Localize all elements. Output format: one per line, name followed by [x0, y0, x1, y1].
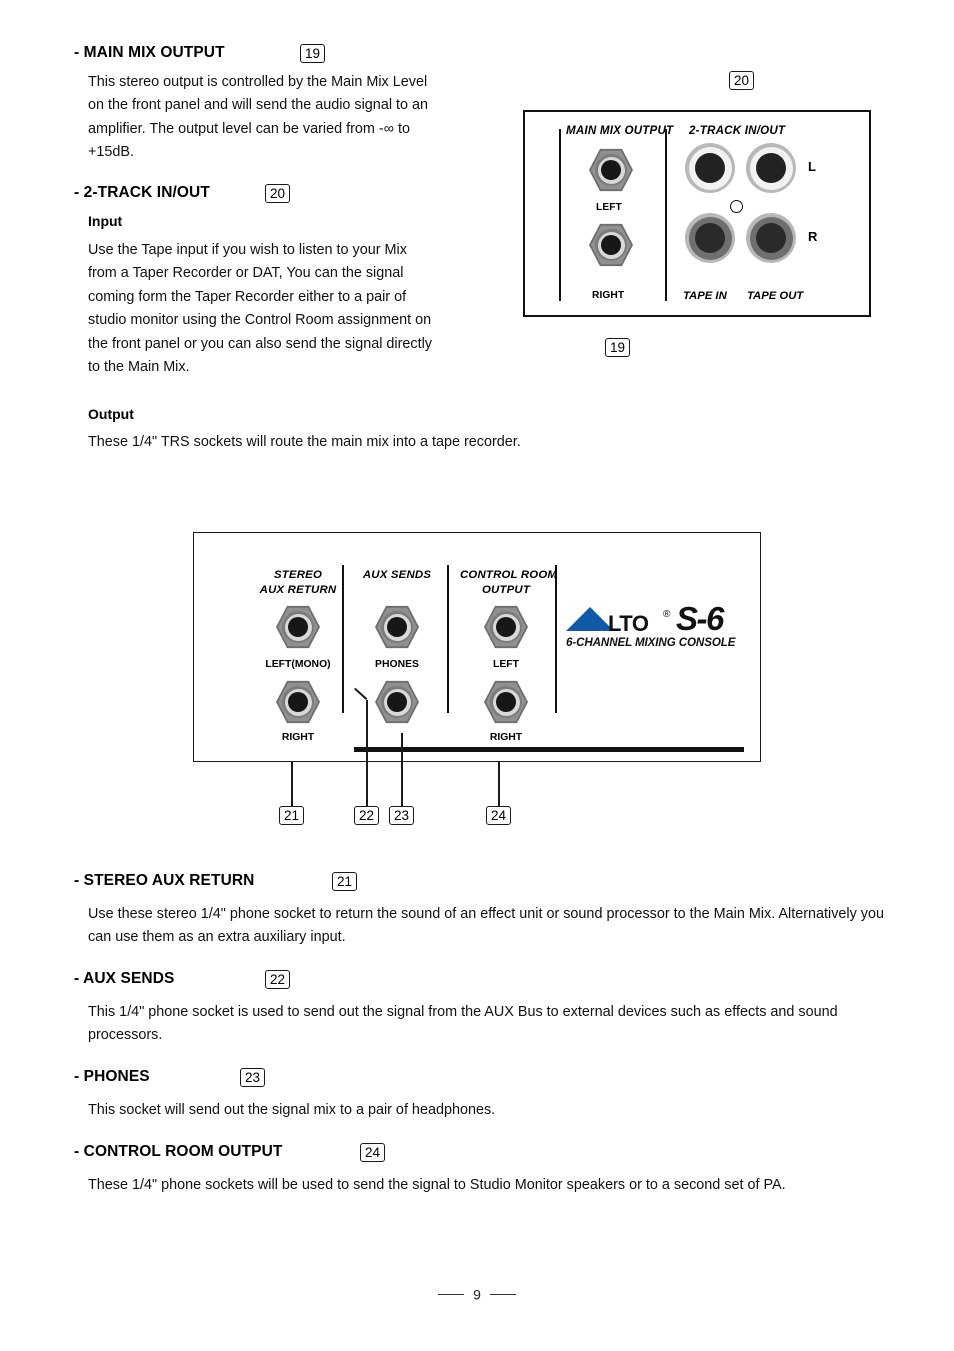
callout-19-diagram-top: 19 [605, 338, 630, 357]
footer-dash-right [489, 1293, 516, 1295]
leader-line-23 [401, 733, 403, 808]
alto-logo: LTO ® S-6 6-CHANNEL MIXING CONSOLE [566, 599, 746, 655]
console-separator-3 [555, 565, 557, 713]
jack-stereo-aux-return-right[interactable] [276, 680, 320, 724]
group-label-stereo-aux-return-line1: STEREO [273, 569, 323, 581]
jack-hole [496, 692, 516, 712]
body-stereo-aux-return: Use these stereo 1/4" phone socket to re… [88, 906, 884, 946]
section-heading-control-room-output: - CONTROL ROOM OUTPUT [74, 1143, 283, 1160]
rca-hole [695, 223, 725, 253]
channel-label-r: R [808, 229, 818, 244]
group-label-stereo-aux-return-line2: AUX RETURN [259, 584, 337, 596]
callout-23-phones: 23 [240, 1068, 265, 1087]
jack-tape-in-right[interactable] [685, 213, 735, 263]
callout-24-diagram: 24 [486, 806, 511, 825]
body-2-track-input: Use the Tape input if you wish to listen… [88, 242, 432, 376]
body-phones: This socket will send out the signal mix… [88, 1102, 496, 1118]
body-control-room-output: These 1/4" phone sockets will be used to… [88, 1177, 786, 1193]
alto-brand-text: LTO [608, 611, 649, 636]
callout-21-diagram: 21 [279, 806, 304, 825]
panel-separator-left [559, 129, 562, 301]
panel-separator-right [665, 129, 668, 301]
jack-label-left: LEFT [596, 202, 622, 213]
jack-tape-out-right[interactable] [746, 213, 796, 263]
callout-20-2-track-in-out: 20 [265, 184, 290, 203]
jack-main-mix-right[interactable] [589, 223, 633, 267]
group-label-2-track-in-out: 2-TRACK IN/OUT [689, 124, 786, 137]
jack-tape-out-left[interactable] [746, 143, 796, 193]
jack-hole [601, 160, 621, 180]
footer-dash-left [438, 1293, 465, 1295]
group-label-main-mix-output: MAIN MIX OUTPUT [566, 124, 674, 137]
jack-hole [496, 617, 516, 637]
alto-triangle-icon [566, 607, 614, 631]
jack-hole [601, 235, 621, 255]
callout-24-control-room-output: 24 [360, 1143, 385, 1162]
leader-line-21 [291, 762, 293, 808]
page-number: 9 [473, 1286, 481, 1303]
body-main-mix-output: This stereo output is controlled by the … [88, 74, 429, 161]
callout-22-aux-sends: 22 [265, 970, 290, 989]
console-bottom-bar [354, 747, 744, 752]
jack-aux-sends[interactable] [375, 605, 419, 649]
jack-label-left-cr: LEFT [493, 659, 519, 670]
section-heading-aux-sends: - AUX SENDS [74, 970, 175, 987]
callout-21-stereo-aux-return: 21 [332, 872, 357, 891]
channel-label-l: L [808, 159, 816, 174]
rca-hole [756, 153, 786, 183]
jack-phones[interactable] [375, 680, 419, 724]
group-label-aux-sends: AUX SENDS [362, 569, 432, 581]
diagram-console-rear-panel: STEREO AUX RETURN LEFT(MONO) RIGHT AUX S… [193, 532, 761, 762]
leader-line-22 [366, 700, 368, 808]
rca-hole [756, 223, 786, 253]
registered-trademark-icon: ® [663, 609, 671, 620]
jack-stereo-aux-return-left[interactable] [276, 605, 320, 649]
logo-subtitle: 6-CHANNEL MIXING CONSOLE [566, 636, 736, 649]
jack-label-left-mono: LEFT(MONO) [265, 659, 331, 670]
diagram-rear-panel-jacks: MAIN MIX OUTPUT 2-TRACK IN/OUT LEFT RIGH… [523, 110, 871, 317]
panel-screw-hole [730, 200, 743, 213]
callout-22-diagram: 22 [354, 806, 379, 825]
callout-23-diagram: 23 [389, 806, 414, 825]
jack-hole [288, 617, 308, 637]
rca-hole [695, 153, 725, 183]
leader-line-24 [498, 762, 500, 808]
group-label-control-room-line1: CONTROL ROOM [460, 569, 558, 581]
jack-hole [387, 692, 407, 712]
jack-tape-in-left[interactable] [685, 143, 735, 193]
manual-page: - MAIN MIX OUTPUT 19 This stereo output … [0, 0, 954, 1351]
callout-20-diagram-top: 20 [729, 71, 754, 90]
section-heading-stereo-aux-return: - STEREO AUX RETURN [74, 872, 255, 889]
page-footer: 9 [0, 1285, 954, 1302]
jack-label-right-cr: RIGHT [489, 732, 523, 743]
jack-control-room-right[interactable] [484, 680, 528, 724]
jack-label-right: RIGHT [592, 290, 625, 301]
jack-label-tape-in: TAPE IN [683, 290, 727, 302]
console-separator-2 [447, 565, 449, 713]
subheading-output: Output [88, 406, 134, 422]
jack-main-mix-left[interactable] [589, 148, 633, 192]
jack-label-right-aux: RIGHT [281, 732, 315, 743]
jack-hole [387, 617, 407, 637]
section-heading-phones: - PHONES [74, 1068, 150, 1085]
jack-control-room-left[interactable] [484, 605, 528, 649]
jack-label-tape-out: TAPE OUT [747, 290, 804, 302]
body-2-track-output: These 1/4" TRS sockets will route the ma… [88, 434, 521, 450]
body-aux-sends: This 1/4" phone socket is used to send o… [88, 1004, 838, 1044]
jack-hole [288, 692, 308, 712]
callout-19-main-mix-output: 19 [300, 44, 325, 63]
subheading-input: Input [88, 213, 123, 229]
section-heading-main-mix-output: - MAIN MIX OUTPUT [74, 44, 225, 61]
jack-label-phones: PHONES [375, 659, 419, 670]
group-label-control-room-line2: OUTPUT [481, 584, 531, 596]
model-name-text: S-6 [676, 600, 724, 637]
section-heading-2-track-in-out: - 2-TRACK IN/OUT [74, 184, 210, 201]
